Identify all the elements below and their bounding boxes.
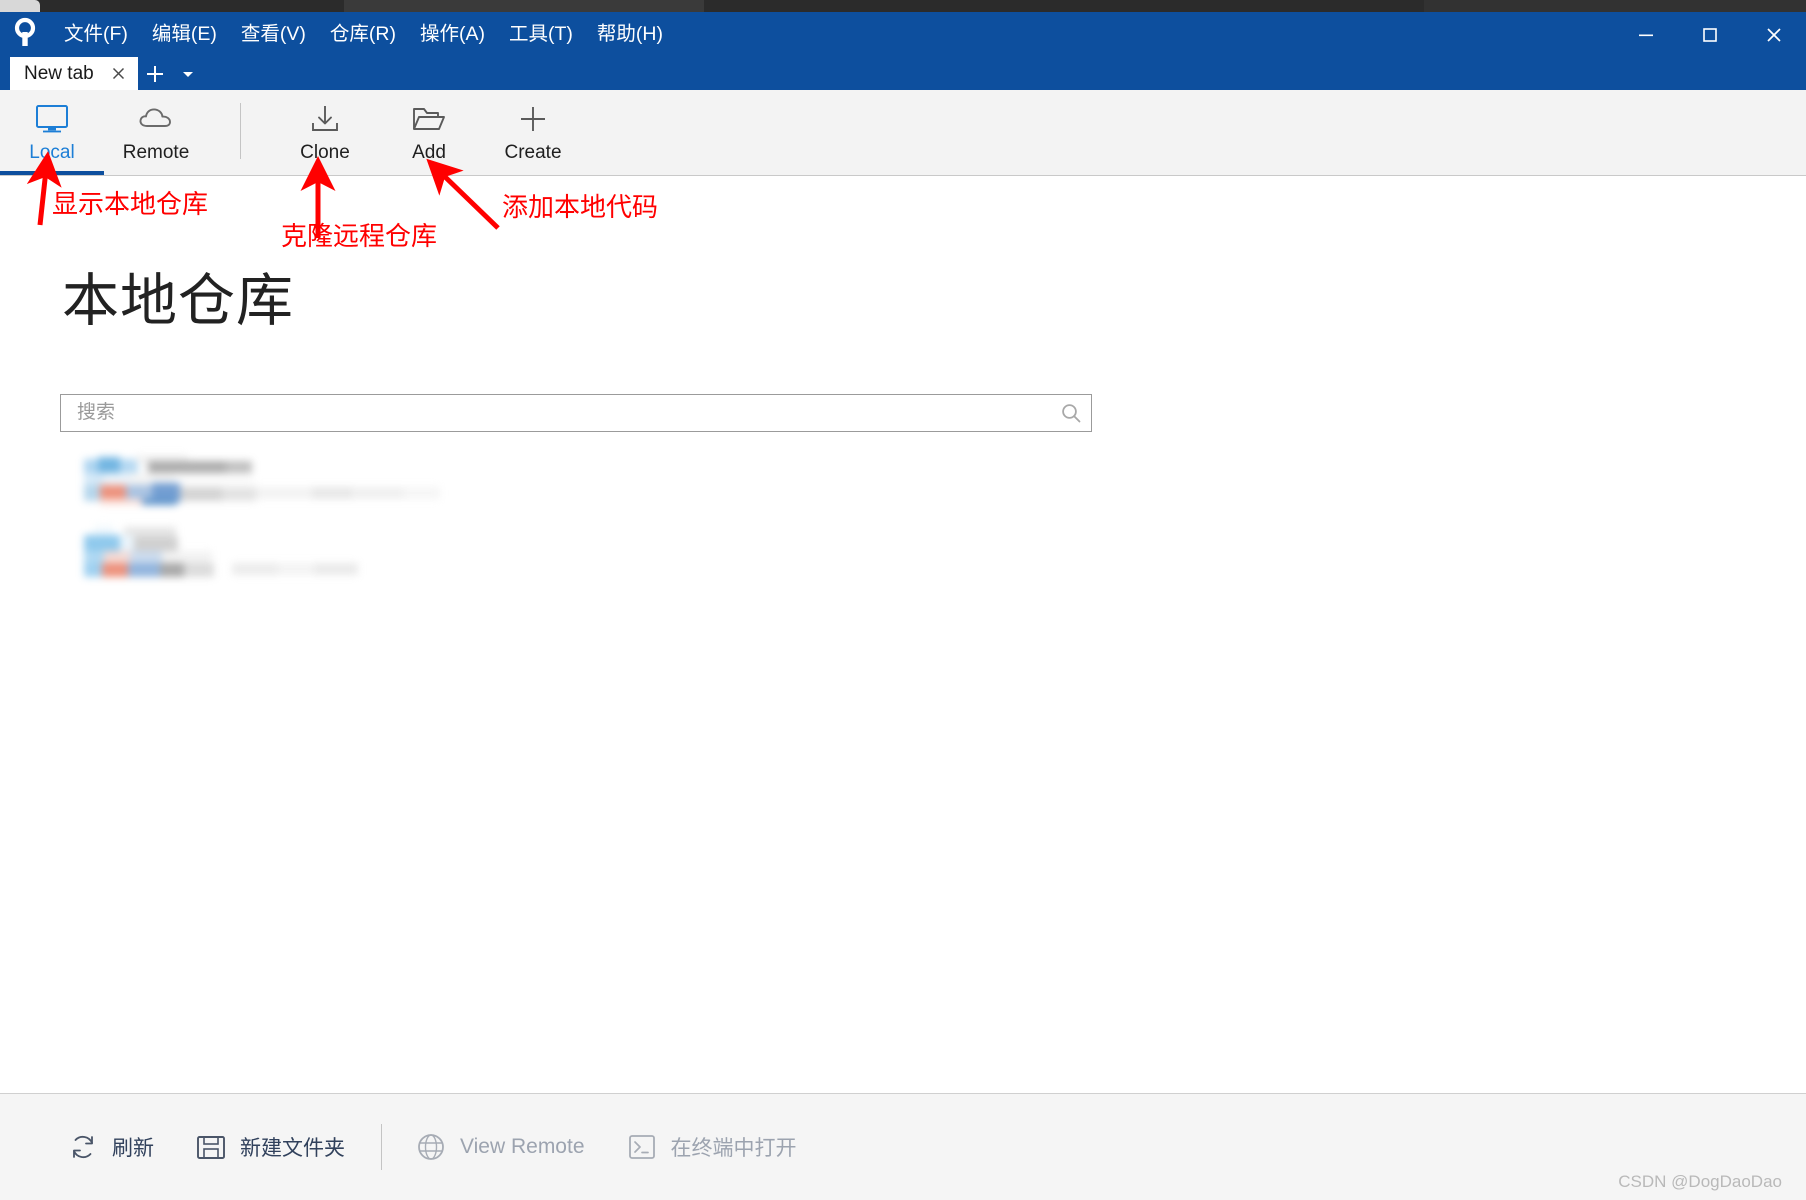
toolbar-label-local: Local	[29, 142, 75, 163]
background-window-strip	[0, 0, 1806, 12]
content-area: 本地仓库	[0, 176, 1806, 1181]
close-icon	[1767, 27, 1781, 42]
active-tab-underline	[0, 171, 104, 175]
fork-git-client-logo-icon	[8, 16, 42, 50]
menu-bar: 文件(F) 编辑(E) 查看(V) 仓库(R) 操作(A) 工具(T) 帮助(H…	[52, 12, 675, 57]
watermark: CSDN @DogDaoDao	[1618, 1172, 1782, 1191]
menu-edit[interactable]: 编辑(E)	[140, 22, 229, 48]
new-folder-label: 新建文件夹	[240, 1137, 345, 1160]
minimize-button[interactable]	[1614, 12, 1678, 57]
maximize-button[interactable]	[1678, 12, 1742, 57]
redacted-repository-entry	[84, 525, 358, 577]
toolbar-button-add[interactable]: Add	[377, 90, 481, 175]
close-button[interactable]	[1742, 12, 1806, 57]
menu-tools[interactable]: 工具(T)	[497, 22, 585, 48]
menu-view[interactable]: 查看(V)	[229, 22, 318, 48]
tab-label: New tab	[24, 62, 94, 84]
menu-actions[interactable]: 操作(A)	[408, 22, 497, 48]
page-title: 本地仓库	[62, 269, 294, 333]
search-icon[interactable]	[1051, 401, 1091, 425]
toolbar-label-clone: Clone	[300, 142, 350, 163]
redacted-repository-entry	[84, 455, 440, 505]
open-in-terminal-button[interactable]: 在终端中打开	[611, 1119, 811, 1175]
plus-icon	[517, 99, 549, 139]
terminal-icon	[625, 1130, 659, 1164]
close-icon[interactable]	[108, 63, 130, 85]
new-folder-button[interactable]: 新建文件夹	[180, 1119, 359, 1175]
folder-open-icon	[411, 99, 447, 139]
refresh-label: 刷新	[112, 1137, 154, 1160]
chevron-down-icon	[183, 71, 193, 77]
open-in-terminal-label: 在终端中打开	[670, 1137, 797, 1160]
tab-list-button[interactable]	[172, 57, 204, 90]
monitor-icon	[34, 99, 70, 139]
plus-icon	[147, 65, 163, 82]
background-window-right-region	[1424, 0, 1806, 12]
new-tab-button[interactable]	[138, 57, 172, 90]
bottom-status-bar: 刷新 新建文件夹 View Remote 在终端中打开 CSDN @DogDao…	[0, 1093, 1806, 1200]
view-remote-label: View Remote	[460, 1135, 585, 1158]
search-box[interactable]	[60, 394, 1092, 432]
menu-help[interactable]: 帮助(H)	[585, 22, 675, 48]
background-window-tab-secondary	[344, 0, 704, 12]
minimize-icon	[1639, 34, 1653, 36]
view-remote-button[interactable]: View Remote	[400, 1119, 599, 1175]
search-input[interactable]	[61, 402, 1051, 424]
background-window-tab	[0, 0, 40, 12]
window-controls	[1614, 12, 1806, 57]
bottom-bar-divider	[381, 1124, 382, 1170]
title-bar: 文件(F) 编辑(E) 查看(V) 仓库(R) 操作(A) 工具(T) 帮助(H…	[0, 12, 1806, 90]
new-folder-icon	[194, 1130, 228, 1164]
toolbar-label-remote: Remote	[122, 142, 190, 163]
toolbar-button-local[interactable]: Local	[0, 90, 104, 175]
menu-repository[interactable]: 仓库(R)	[318, 22, 408, 48]
cloud-icon	[137, 99, 175, 139]
maximize-icon	[1703, 27, 1717, 42]
download-icon	[308, 99, 342, 139]
main-toolbar: Local Remote Clone Add Create	[0, 90, 1806, 176]
globe-icon	[414, 1130, 448, 1164]
toolbar-label-create: Create	[504, 142, 562, 163]
toolbar-divider	[240, 103, 241, 159]
refresh-button[interactable]: 刷新	[52, 1119, 168, 1175]
tab-new-tab[interactable]: New tab	[10, 57, 138, 90]
application-window: 文件(F) 编辑(E) 查看(V) 仓库(R) 操作(A) 工具(T) 帮助(H…	[0, 12, 1806, 1200]
menu-file[interactable]: 文件(F)	[52, 22, 140, 48]
tab-strip: New tab	[10, 57, 204, 90]
refresh-icon	[66, 1130, 100, 1164]
toolbar-label-add: Add	[412, 142, 446, 163]
toolbar-button-remote[interactable]: Remote	[104, 90, 208, 175]
toolbar-button-clone[interactable]: Clone	[273, 90, 377, 175]
toolbar-button-create[interactable]: Create	[481, 90, 585, 175]
